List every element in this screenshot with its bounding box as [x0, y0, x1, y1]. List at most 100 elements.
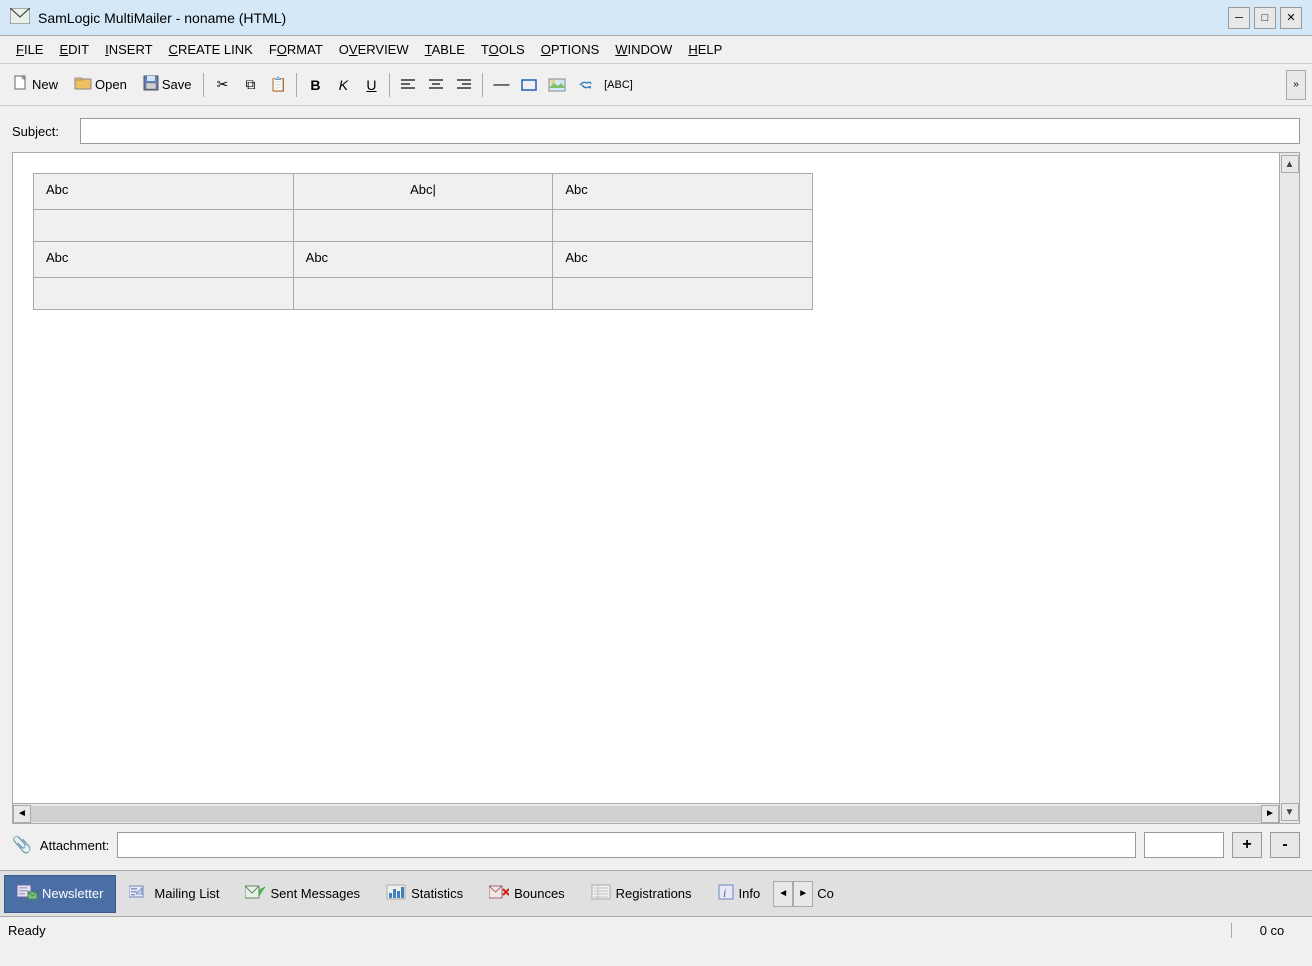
attachment-input[interactable] [117, 832, 1136, 858]
image-button[interactable] [544, 72, 570, 98]
menu-create-link[interactable]: CREATE LINK [161, 39, 261, 60]
title-bar: SamLogic MultiMailer - noname (HTML) ─ □… [0, 0, 1312, 36]
scroll-up-button[interactable]: ▲ [1281, 155, 1299, 173]
table-cell[interactable]: Abc [553, 242, 813, 278]
save-icon [143, 75, 159, 94]
bold-button[interactable]: B [302, 72, 328, 98]
scroll-left-button[interactable]: ◄ [13, 805, 31, 823]
table-cell[interactable]: Abc [553, 174, 813, 210]
table-cell[interactable]: Abc [34, 242, 294, 278]
table-row: Abc Abc Abc [34, 242, 813, 278]
table-cell[interactable] [293, 278, 553, 310]
menu-overview[interactable]: OVERVIEW [331, 39, 417, 60]
scroll-track-horizontal[interactable] [31, 806, 1261, 822]
cut-button[interactable]: ✂ [209, 72, 235, 98]
statistics-icon [386, 884, 406, 903]
newsletter-icon [17, 884, 37, 903]
table-cell[interactable]: Abc [293, 242, 553, 278]
spell-button[interactable]: [ABC] [600, 72, 636, 98]
paste-button[interactable]: 📋 [265, 72, 291, 98]
align-left-button[interactable] [395, 72, 421, 98]
table-cell[interactable] [293, 210, 553, 242]
new-button[interactable]: New [6, 70, 65, 100]
tab-bounces[interactable]: Bounces [476, 875, 578, 913]
tab-info-label: Info [739, 886, 761, 901]
table-cell[interactable] [553, 210, 813, 242]
bounces-icon [489, 884, 509, 903]
hrule-button[interactable]: — [488, 72, 514, 98]
table-cell[interactable]: Abc| [293, 174, 553, 210]
link-button[interactable] [572, 72, 598, 98]
menu-window[interactable]: WINDOW [607, 39, 680, 60]
sent-messages-icon [245, 884, 265, 903]
svg-text:i: i [723, 886, 726, 900]
table-cell[interactable] [553, 278, 813, 310]
align-right-button[interactable] [451, 72, 477, 98]
tab-statistics[interactable]: Statistics [373, 875, 476, 913]
close-button[interactable]: ✕ [1280, 7, 1302, 29]
toolbar-expand-button[interactable]: » [1286, 70, 1306, 100]
separator-1 [203, 73, 204, 97]
menu-table[interactable]: TABLE [417, 39, 473, 60]
tab-registrations[interactable]: Registrations [578, 875, 705, 913]
open-button[interactable]: Open [67, 70, 134, 100]
tab-mailing-list[interactable]: Mailing List [116, 875, 232, 913]
tab-co-label: Co [817, 886, 834, 901]
minimize-button[interactable]: ─ [1228, 7, 1250, 29]
italic-button[interactable]: K [330, 72, 356, 98]
tab-newsletter[interactable]: Newsletter [4, 875, 116, 913]
maximize-button[interactable]: □ [1254, 7, 1276, 29]
app-icon [10, 8, 30, 27]
new-icon [13, 75, 29, 94]
menu-format[interactable]: FORMAT [261, 39, 331, 60]
copy-button[interactable]: ⧉ [237, 72, 263, 98]
scroll-down-button[interactable]: ▼ [1281, 803, 1299, 821]
save-button[interactable]: Save [136, 70, 199, 100]
menu-edit[interactable]: EDIT [51, 39, 97, 60]
menu-help[interactable]: HELP [680, 39, 730, 60]
separator-4 [482, 73, 483, 97]
toolbar: New Open Save ✂ ⧉ 📋 B K U — [ABC] [0, 64, 1312, 106]
editor-body[interactable]: Abc Abc| Abc Abc Abc Abc [13, 153, 1279, 803]
tab-newsletter-label: Newsletter [42, 886, 103, 901]
menu-insert[interactable]: INSERT [97, 39, 160, 60]
table-row: Abc Abc| Abc [34, 174, 813, 210]
tab-bar: Newsletter Mailing List Sent Messages [0, 870, 1312, 916]
menu-options[interactable]: OPTIONS [533, 39, 608, 60]
tab-info[interactable]: i Info [705, 875, 774, 913]
attachment-icon: 📎 [12, 835, 32, 855]
tab-bounces-label: Bounces [514, 886, 565, 901]
table-cell[interactable] [34, 278, 294, 310]
attachment-remove-button[interactable]: - [1270, 832, 1300, 858]
registrations-icon [591, 884, 611, 903]
subject-input[interactable] [80, 118, 1300, 144]
menu-tools[interactable]: TOOLS [473, 39, 533, 60]
underline-button[interactable]: U [358, 72, 384, 98]
status-bar: Ready 0 co [0, 916, 1312, 944]
attachment-label: Attachment: [40, 838, 109, 853]
tab-nav-back[interactable]: ◄ [773, 881, 793, 907]
attachment-add-button[interactable]: + [1232, 832, 1262, 858]
scroll-right-button[interactable]: ► [1261, 805, 1279, 823]
table-cell[interactable]: Abc [34, 174, 294, 210]
rectangle-button[interactable] [516, 72, 542, 98]
tab-registrations-label: Registrations [616, 886, 692, 901]
subject-label: Subject: [12, 124, 72, 139]
table-cell[interactable] [34, 210, 294, 242]
vertical-scrollbar[interactable]: ▲ ▼ [1279, 153, 1299, 823]
tab-sent-messages[interactable]: Sent Messages [232, 875, 373, 913]
align-center-button[interactable] [423, 72, 449, 98]
tab-statistics-label: Statistics [411, 886, 463, 901]
open-label: Open [95, 77, 127, 92]
status-count: 0 co [1232, 923, 1312, 938]
editor-container: Abc Abc| Abc Abc Abc Abc [12, 152, 1300, 824]
new-label: New [32, 77, 58, 92]
open-icon [74, 76, 92, 93]
tab-mailing-list-label: Mailing List [154, 886, 219, 901]
subject-row: Subject: [12, 118, 1300, 144]
menu-file[interactable]: FILE [8, 39, 51, 60]
info-icon: i [718, 884, 734, 903]
horizontal-scrollbar[interactable]: ◄ ► [13, 803, 1279, 823]
main-content: Subject: Abc Abc| Abc Abc Abc Ab [0, 106, 1312, 870]
tab-nav-forward[interactable]: ► [793, 881, 813, 907]
